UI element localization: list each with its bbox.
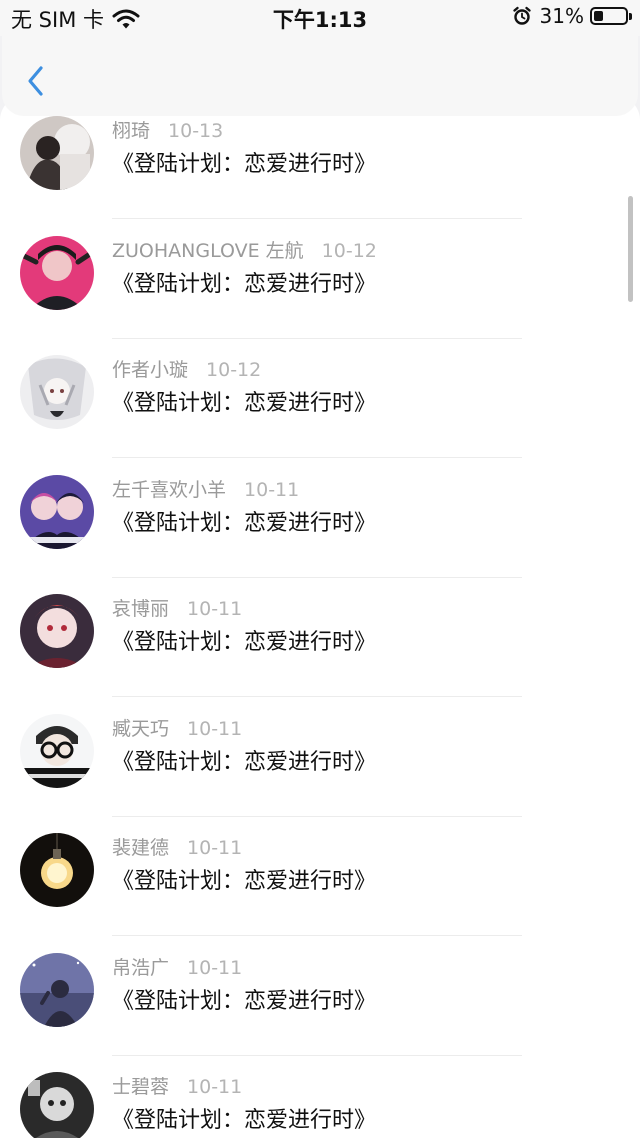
divider bbox=[112, 815, 522, 817]
chevron-left-icon[interactable] bbox=[18, 58, 54, 102]
avatar-photo-8[interactable] bbox=[20, 952, 94, 1027]
list-item[interactable]: 帛浩广 10-11 《登陆计划：恋爱进行时》 bbox=[0, 952, 640, 1073]
avatar[interactable] bbox=[20, 116, 94, 190]
message-meta: 作者小璇 10-12 bbox=[112, 355, 261, 382]
message-text: 《登陆计划：恋爱进行时》 bbox=[112, 152, 377, 177]
list-item[interactable]: ZUOHANGLOVE 左航 10-12 《登陆计划：恋爱进行时》 bbox=[0, 235, 640, 356]
avatar[interactable] bbox=[20, 952, 94, 1027]
avatar-photo-9[interactable] bbox=[20, 1072, 94, 1138]
message-meta: 哀博丽 10-11 bbox=[112, 594, 242, 621]
list-item[interactable]: 裴建德 10-11 《登陆计划：恋爱进行时》 bbox=[0, 833, 640, 953]
avatar-photo-5[interactable] bbox=[20, 594, 94, 668]
message-date: 10-11 bbox=[244, 478, 300, 501]
message-text: 《登陆计划：恋爱进行时》 bbox=[112, 271, 377, 297]
message-text: 《登陆计划：恋爱进行时》 bbox=[112, 391, 377, 416]
divider bbox=[112, 696, 522, 697]
scrollbar[interactable] bbox=[628, 196, 633, 302]
status-bar: 无 SIM 卡 下午1:13 31% bbox=[0, 0, 640, 36]
alarm-icon bbox=[512, 6, 531, 25]
sender-name[interactable]: 士碧蓉 bbox=[112, 1076, 169, 1098]
message-date: 10-11 bbox=[187, 1076, 243, 1098]
message-text: 《登陆计划：恋爱进行时》 bbox=[112, 510, 377, 536]
battery-level-fill bbox=[594, 11, 603, 21]
message-meta: 臧天巧 10-11 bbox=[112, 714, 242, 741]
avatar[interactable] bbox=[20, 713, 94, 788]
divider bbox=[112, 337, 522, 339]
message-list[interactable]: 栩琦 10-13 《登陆计划：恋爱进行时》 ZUOHANGLOVE 左航 10-12 《登… bbox=[0, 96, 640, 1138]
avatar[interactable] bbox=[20, 594, 94, 668]
sender-name[interactable]: 臧天巧 bbox=[112, 718, 169, 740]
message-date: 10-11 bbox=[187, 837, 243, 859]
list-item[interactable]: 士碧蓉 10-11 《登陆计划：恋爱进行时》 bbox=[0, 1072, 640, 1138]
back-button[interactable] bbox=[18, 58, 54, 102]
message-date: 10-11 bbox=[187, 598, 243, 620]
avatar[interactable] bbox=[20, 833, 94, 907]
message-date: 10-12 bbox=[206, 359, 262, 381]
message-text: 《登陆计划：恋爱进行时》 bbox=[112, 1108, 377, 1133]
list-item[interactable]: 左千喜欢小羊 10-11 《登陆计划：恋爱进行时》 bbox=[0, 474, 640, 595]
avatar-photo-6[interactable] bbox=[20, 713, 94, 788]
list-item[interactable]: 栩琦 10-13 《登陆计划：恋爱进行时》 bbox=[0, 116, 640, 236]
divider bbox=[112, 935, 522, 936]
message-meta: 士碧蓉 10-11 bbox=[112, 1072, 242, 1099]
message-text: 《登陆计划：恋爱进行时》 bbox=[112, 749, 377, 775]
sender-name[interactable]: 帛浩广 bbox=[112, 957, 169, 979]
message-meta: 左千喜欢小羊 10-11 bbox=[112, 475, 299, 502]
divider bbox=[112, 218, 522, 219]
battery-icon bbox=[590, 7, 628, 25]
message-text: 《登陆计划：恋爱进行时》 bbox=[112, 988, 377, 1014]
message-date: 10-12 bbox=[321, 239, 377, 262]
sender-name[interactable]: 哀博丽 bbox=[112, 598, 169, 620]
sender-name[interactable]: 裴建德 bbox=[112, 837, 169, 859]
list-item[interactable]: 臧天巧 10-11 《登陆计划：恋爱进行时》 bbox=[0, 713, 640, 834]
message-date: 10-13 bbox=[168, 120, 224, 142]
divider bbox=[112, 1054, 522, 1056]
avatar[interactable] bbox=[20, 355, 94, 429]
message-date: 10-11 bbox=[187, 717, 243, 740]
avatar-photo-1[interactable] bbox=[20, 116, 94, 190]
avatar-photo-3[interactable] bbox=[20, 355, 94, 429]
message-text: 《登陆计划：恋爱进行时》 bbox=[112, 630, 377, 655]
message-meta: 帛浩广 10-11 bbox=[112, 953, 242, 980]
avatar-photo-4[interactable] bbox=[20, 474, 94, 549]
avatar[interactable] bbox=[20, 474, 94, 549]
divider bbox=[112, 457, 522, 458]
navigation-bar bbox=[2, 36, 638, 116]
status-right: 31% bbox=[512, 4, 632, 28]
sender-name[interactable]: 左千喜欢小羊 bbox=[112, 479, 226, 501]
message-meta: ZUOHANGLOVE 左航 10-12 bbox=[112, 236, 377, 263]
list-item[interactable]: 哀博丽 10-11 《登陆计划：恋爱进行时》 bbox=[0, 594, 640, 714]
avatar[interactable] bbox=[20, 235, 94, 310]
message-meta: 栩琦 10-13 bbox=[112, 116, 223, 143]
avatar-photo-2[interactable] bbox=[20, 235, 94, 310]
list-item[interactable]: 作者小璇 10-12 《登陆计划：恋爱进行时》 bbox=[0, 355, 640, 475]
divider bbox=[112, 576, 522, 578]
sender-name[interactable]: 作者小璇 bbox=[112, 359, 188, 381]
avatar[interactable] bbox=[20, 1072, 94, 1138]
sender-name[interactable]: 栩琦 bbox=[112, 120, 150, 142]
sender-name[interactable]: ZUOHANGLOVE 左航 bbox=[112, 240, 304, 262]
message-date: 10-11 bbox=[187, 956, 243, 979]
message-meta: 裴建德 10-11 bbox=[112, 833, 242, 860]
battery-percent: 31% bbox=[539, 4, 584, 28]
avatar-photo-7[interactable] bbox=[20, 833, 94, 907]
message-text: 《登陆计划：恋爱进行时》 bbox=[112, 869, 377, 894]
battery-cap bbox=[629, 12, 632, 20]
